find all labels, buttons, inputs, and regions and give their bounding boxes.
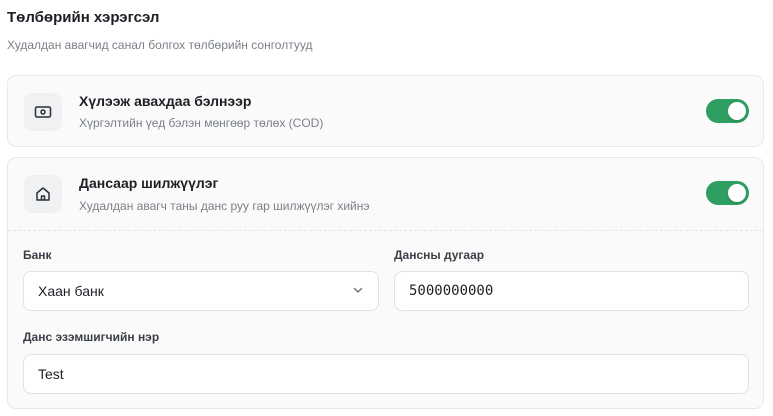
account-holder-input[interactable]: Test xyxy=(23,354,749,394)
chevron-down-icon xyxy=(352,283,364,299)
payment-option-cod: Хүлээж авахдаа бэлнээр Хүргэлтийн үед бэ… xyxy=(7,75,764,147)
bank-details-form: Банк Хаан банк Дансны дугаар 5000000000 … xyxy=(8,230,763,408)
toggle-knob xyxy=(728,102,746,120)
bank-icon xyxy=(24,175,62,213)
bank-select[interactable]: Хаан банк xyxy=(23,271,379,311)
account-number-label: Дансны дугаар xyxy=(394,248,485,262)
bank-select-value: Хаан банк xyxy=(38,283,104,299)
cash-icon xyxy=(24,93,62,131)
payment-option-bank-transfer: Дансаар шилжүүлэг Худалдан авагч таны да… xyxy=(7,157,764,409)
account-holder-value: Test xyxy=(38,366,64,382)
bank-transfer-toggle[interactable] xyxy=(706,181,749,205)
section-title: Төлбөрийн хэрэгсэл xyxy=(7,9,160,26)
account-number-value: 5000000000 xyxy=(409,283,494,299)
section-subtitle: Худалдан авагчид санал болгох төлбөрийн … xyxy=(7,38,313,52)
cod-description: Хүргэлтийн үед бэлэн мөнгөөр төлөх (COD) xyxy=(79,116,324,130)
cod-title: Хүлээж авахдаа бэлнээр xyxy=(79,93,252,109)
account-number-input[interactable]: 5000000000 xyxy=(394,271,749,311)
bank-label: Банк xyxy=(23,248,52,262)
toggle-knob xyxy=(728,184,746,202)
cod-toggle[interactable] xyxy=(706,99,749,123)
bank-transfer-title: Дансаар шилжүүлэг xyxy=(79,175,219,191)
account-holder-label: Данс эзэмшигчийн нэр xyxy=(23,330,160,344)
bank-transfer-description: Худалдан авагч таны данс руу гар шилжүүл… xyxy=(79,199,370,213)
